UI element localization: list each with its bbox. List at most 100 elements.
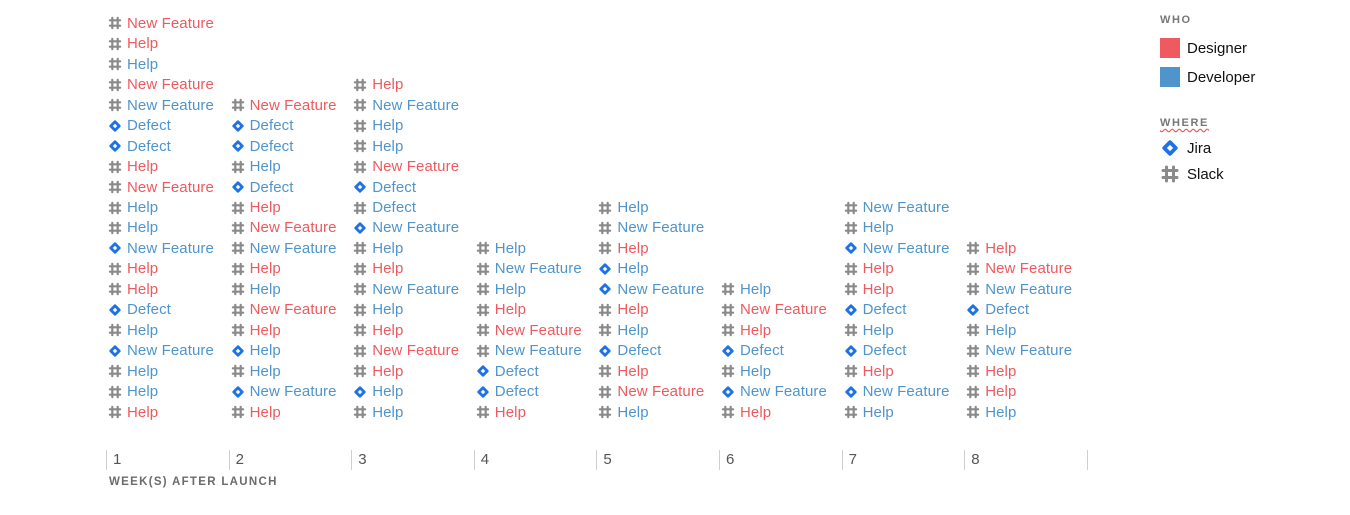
entry-help: Help bbox=[476, 402, 526, 422]
slack-icon bbox=[353, 344, 367, 357]
entry-defect: Defect bbox=[108, 116, 171, 136]
x-tick-line bbox=[106, 450, 107, 470]
entry-help: Help bbox=[353, 300, 403, 320]
entry-label: Help bbox=[862, 260, 894, 278]
entry-label: Defect bbox=[862, 342, 907, 360]
entry-help: Help bbox=[108, 382, 158, 402]
entry-defect: Defect bbox=[353, 198, 416, 218]
x-tick-line bbox=[841, 450, 843, 470]
slack-icon bbox=[231, 262, 244, 276]
legend-who-title: WHO bbox=[1160, 14, 1192, 26]
entry-label: Help bbox=[740, 403, 772, 421]
jira-icon bbox=[1162, 140, 1178, 156]
entry-help: Help bbox=[353, 116, 403, 136]
entry-label: New Feature bbox=[617, 383, 705, 401]
entry-label: New Feature bbox=[985, 280, 1073, 298]
entry-label: Help bbox=[372, 76, 404, 94]
legend-label-designer: Designer bbox=[1187, 39, 1248, 57]
entry-new-feature: New Feature bbox=[966, 341, 1072, 361]
entry-new-feature: New Feature bbox=[844, 382, 950, 402]
entry-new-feature: New Feature bbox=[108, 95, 214, 115]
jira-icon bbox=[109, 304, 121, 316]
jira-icon bbox=[844, 304, 857, 316]
entry-label: New Feature bbox=[372, 280, 460, 298]
x-tick-line bbox=[596, 450, 598, 470]
slack-icon bbox=[844, 364, 857, 378]
entry-help: Help bbox=[108, 320, 158, 340]
entry-label: Help bbox=[372, 362, 404, 380]
slack-icon bbox=[476, 344, 489, 357]
entry-label: Defect bbox=[862, 301, 907, 319]
slack-icon bbox=[844, 262, 857, 276]
entry-label: Help bbox=[862, 321, 894, 339]
entry-help: Help bbox=[966, 402, 1016, 422]
entry-label: Help bbox=[127, 321, 159, 339]
entry-label: Defect bbox=[372, 178, 417, 196]
slack-icon bbox=[721, 323, 735, 337]
jira-icon bbox=[967, 304, 979, 316]
slack-icon bbox=[108, 180, 122, 194]
jira-icon bbox=[354, 222, 366, 234]
entry-help: Help bbox=[721, 402, 771, 422]
entry-help: Help bbox=[108, 198, 158, 218]
jira-icon bbox=[599, 263, 612, 275]
entry-new-feature: New Feature bbox=[231, 95, 337, 115]
entry-label: Help bbox=[127, 280, 159, 298]
entry-label: New Feature bbox=[127, 14, 214, 32]
entry-help: Help bbox=[598, 259, 649, 279]
legend-where-title: WHERE bbox=[1160, 117, 1209, 129]
x-tick-line bbox=[964, 450, 966, 470]
entry-label: Defect bbox=[740, 342, 784, 360]
entry-label: Help bbox=[372, 403, 404, 421]
entry-label: Help bbox=[985, 383, 1017, 401]
entry-defect: Defect bbox=[598, 341, 661, 361]
entry-label: Help bbox=[494, 301, 527, 319]
entry-help: Help bbox=[231, 198, 281, 218]
entry-label: Help bbox=[617, 301, 649, 319]
slack-icon bbox=[231, 405, 244, 419]
slack-icon bbox=[353, 99, 367, 112]
entry-defect: Defect bbox=[476, 382, 539, 402]
slack-icon bbox=[1161, 165, 1179, 183]
entry-label: Defect bbox=[249, 117, 294, 135]
entry-label: Help bbox=[494, 239, 527, 257]
entry-label: New Feature bbox=[249, 219, 337, 237]
entry-label: New Feature bbox=[249, 239, 337, 257]
jira-icon bbox=[231, 140, 244, 152]
entry-label: Help bbox=[127, 199, 159, 216]
entry-help: Help bbox=[476, 279, 526, 299]
entry-new-feature: New Feature bbox=[598, 218, 704, 238]
slack-icon bbox=[231, 160, 244, 173]
entry-label: New Feature bbox=[372, 219, 460, 237]
slack-icon bbox=[966, 283, 980, 296]
jira-icon bbox=[354, 181, 366, 193]
entry-new-feature: New Feature bbox=[721, 300, 827, 320]
jira-icon bbox=[109, 120, 121, 132]
slack-icon bbox=[108, 58, 122, 71]
entry-help: Help bbox=[598, 238, 649, 258]
slack-icon bbox=[231, 221, 244, 235]
entry-help: Help bbox=[353, 136, 403, 156]
jira-icon bbox=[844, 385, 857, 398]
slack-icon bbox=[599, 303, 612, 316]
slack-icon bbox=[353, 160, 367, 173]
slack-icon bbox=[231, 201, 244, 214]
entry-help: Help bbox=[966, 382, 1016, 402]
entry-new-feature: New Feature bbox=[108, 75, 214, 95]
slack-icon bbox=[966, 242, 980, 255]
entry-help: Help bbox=[476, 300, 526, 320]
legend-item-jira: Jira bbox=[1160, 137, 1340, 159]
entry-new-feature: New Feature bbox=[231, 218, 337, 238]
entry-label: Help bbox=[494, 280, 527, 298]
legend: WHO Designer Developer WHERE Jira Slack bbox=[1160, 14, 1340, 185]
entry-help: Help bbox=[844, 279, 894, 299]
entry-help: Help bbox=[966, 320, 1016, 340]
entry-label: Defect bbox=[494, 362, 539, 380]
entry-help: Help bbox=[721, 361, 771, 381]
entry-label: Help bbox=[494, 403, 527, 421]
entry-label: Help bbox=[740, 362, 772, 380]
jira-icon bbox=[599, 283, 612, 295]
slack-icon bbox=[721, 405, 735, 419]
entry-help: Help bbox=[598, 320, 649, 340]
entry-label: New Feature bbox=[494, 260, 582, 278]
